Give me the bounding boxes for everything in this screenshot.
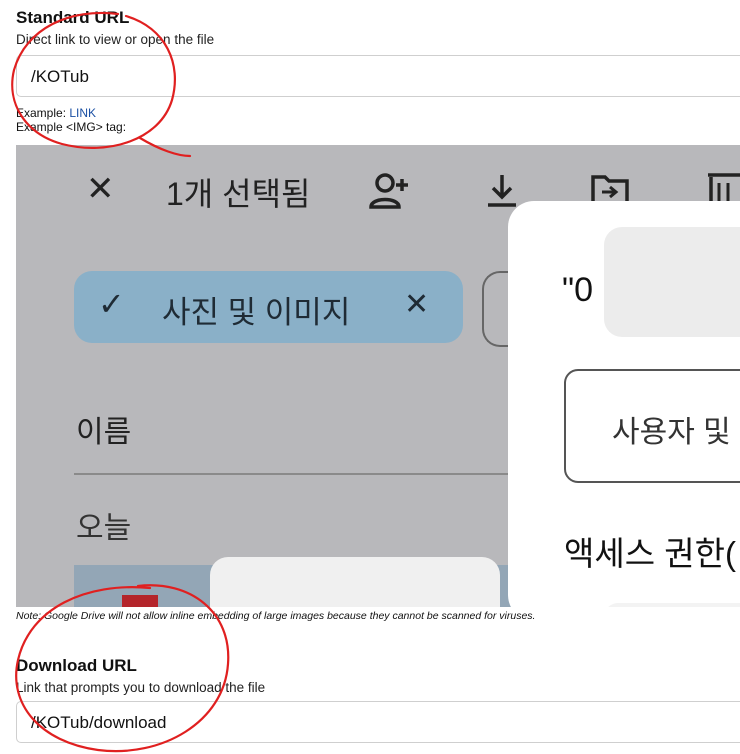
filter-chip-label: 사진 및 이미지 <box>162 295 351 330</box>
general-access-heading: 액세스 권한( <box>564 535 736 572</box>
add-people-placeholder: 사용자 및 <box>612 416 731 449</box>
download-url-input[interactable] <box>29 702 689 744</box>
check-icon: ✓ <box>98 286 125 322</box>
example-link[interactable]: LINK <box>69 106 96 120</box>
download-url-field[interactable] <box>16 701 740 744</box>
close-icon: ✕ <box>86 170 115 208</box>
filter-chip-photos: ✓ 사진 및 이미지 ✕ <box>74 271 463 343</box>
example-link-row: Example: LINK <box>16 106 96 120</box>
file-type-icon <box>122 595 158 607</box>
column-header-name: 이름 <box>76 416 132 449</box>
example-label: Example: <box>16 106 67 120</box>
redacted-file-name <box>604 227 740 337</box>
standard-url-input[interactable] <box>29 56 689 98</box>
add-people-field: 사용자 및 <box>564 369 740 483</box>
redacted-tooltip <box>210 557 500 607</box>
person-add-icon <box>369 173 408 209</box>
group-header-today: 오늘 <box>76 512 132 545</box>
standard-url-title: Standard URL <box>16 8 130 27</box>
download-url-description: Link that prompts you to download the fi… <box>16 680 266 695</box>
chip-close-icon: ✕ <box>404 288 430 321</box>
embedded-image-preview: ✕ 1개 선택됨 ✓ 사진 및 이미지 ✕ 이름 오늘 "0 사용자 및 액세스… <box>16 145 740 607</box>
standard-url-field[interactable] <box>16 55 740 98</box>
standard-url-description: Direct link to view or open the file <box>16 32 215 47</box>
redacted-access-row <box>604 603 740 607</box>
dialog-title-partial: "0 <box>562 271 593 309</box>
download-url-title: Download URL <box>16 656 137 675</box>
example-img-tag-label: Example <IMG> tag: <box>16 120 127 134</box>
share-dialog: "0 사용자 및 액세스 권한( <box>508 201 740 607</box>
selected-count-text: 1개 선택됨 <box>166 176 311 212</box>
embedding-note: Note: Google Drive will not allow inline… <box>16 610 536 622</box>
list-divider <box>74 473 524 475</box>
download-icon <box>488 175 516 207</box>
